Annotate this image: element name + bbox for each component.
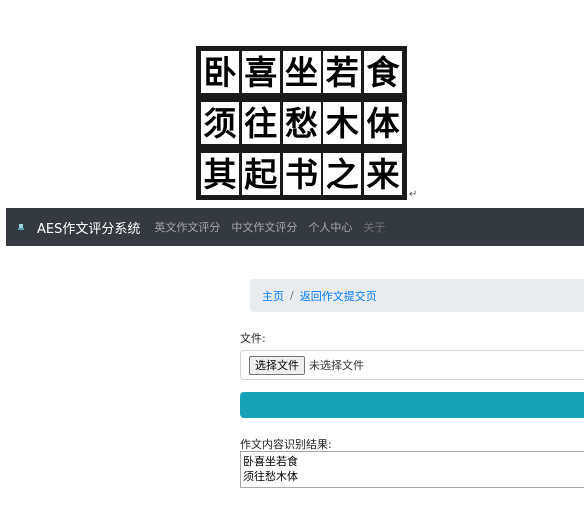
navbar-brand[interactable]: AES作文评分系统 xyxy=(37,218,140,237)
breadcrumb: 主页 / 返回作文提交页 xyxy=(250,279,584,312)
logo-icon[interactable] xyxy=(15,221,27,233)
choose-file-button[interactable]: 选择文件 xyxy=(249,355,305,375)
essay-image: 卧 喜 坐 若 食 须 往 愁 木 体 其 起 书 之 来 xyxy=(196,46,407,200)
result-label: 作文内容识别结果: xyxy=(240,438,332,451)
char-cell: 喜 xyxy=(241,51,280,93)
nav-link-user-center[interactable]: 个人中心 xyxy=(308,219,352,235)
char-cell: 卧 xyxy=(201,51,239,93)
char-cell: 若 xyxy=(323,51,362,93)
char-cell: 木 xyxy=(323,102,362,144)
submit-button[interactable] xyxy=(240,392,584,418)
char-cell: 体 xyxy=(364,102,402,144)
nav-link-english-scoring[interactable]: 英文作文评分 xyxy=(154,219,220,235)
breadcrumb-back-link[interactable]: 返回作文提交页 xyxy=(300,288,377,304)
char-cell: 愁 xyxy=(282,102,321,144)
result-line: 卧喜坐若食 xyxy=(243,455,298,468)
char-cell: 坐 xyxy=(282,51,321,93)
breadcrumb-home-link[interactable]: 主页 xyxy=(262,288,284,304)
char-cell: 往 xyxy=(241,102,280,144)
char-cell: 来 xyxy=(364,153,402,195)
char-cell: 之 xyxy=(323,153,362,195)
file-label: 文件: xyxy=(240,332,266,345)
char-cell: 须 xyxy=(201,102,239,144)
char-cell: 书 xyxy=(282,153,321,195)
breadcrumb-separator: / xyxy=(290,289,294,302)
nav-link-chinese-scoring[interactable]: 中文作文评分 xyxy=(231,219,297,235)
result-textarea[interactable]: 卧喜坐若食 须往愁木体 xyxy=(240,451,584,488)
image-row: 其 起 书 之 来 xyxy=(201,153,402,195)
result-line: 须往愁木体 xyxy=(243,470,298,483)
char-cell: 其 xyxy=(201,153,239,195)
char-cell: 起 xyxy=(241,153,280,195)
nav-link-about[interactable]: 关于 xyxy=(363,219,385,235)
navbar: AES作文评分系统 英文作文评分 中文作文评分 个人中心 关于 xyxy=(6,208,584,246)
char-cell: 食 xyxy=(364,51,402,93)
image-row: 须 往 愁 木 体 xyxy=(201,102,402,144)
file-input[interactable]: 选择文件 未选择文件 xyxy=(240,350,584,380)
image-row: 卧 喜 坐 若 食 xyxy=(201,51,402,93)
return-mark: ↵ xyxy=(409,189,418,200)
file-status: 未选择文件 xyxy=(309,359,364,372)
